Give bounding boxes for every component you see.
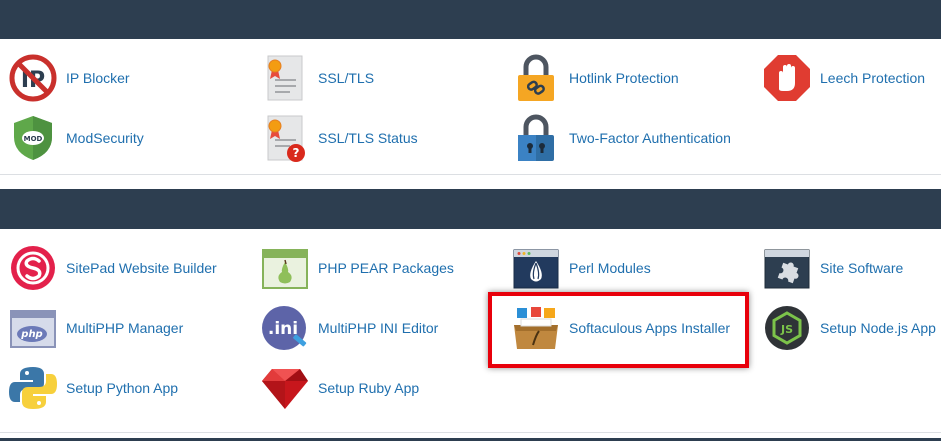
software-item-setup-python-app[interactable]: Setup Python App bbox=[2, 358, 178, 418]
padlock-link-icon bbox=[511, 53, 561, 103]
software-item-softaculous-apps-installer[interactable]: Softaculous Apps Installer bbox=[505, 298, 730, 358]
security-item-hotlink-protection[interactable]: Hotlink Protection bbox=[505, 48, 679, 108]
security-item-label: Hotlink Protection bbox=[569, 70, 679, 86]
sitepad-icon bbox=[8, 243, 58, 293]
software-item-label: SitePad Website Builder bbox=[66, 260, 217, 276]
software-item-label: Site Software bbox=[820, 260, 904, 276]
software-item-setup-ruby-app[interactable]: Setup Ruby App bbox=[254, 358, 419, 418]
software-item-php-pear-packages[interactable]: PHP PEAR Packages bbox=[254, 238, 454, 298]
security-item-label: ModSecurity bbox=[66, 130, 144, 146]
software-item-label: MultiPHP INI Editor bbox=[318, 320, 439, 336]
puzzle-window-icon bbox=[762, 243, 812, 293]
security-item-ssl-tls[interactable]: SSL/TLS bbox=[254, 48, 374, 108]
svg-text:MOD: MOD bbox=[24, 135, 43, 143]
software-item-sitepad-website-builder[interactable]: SitePad Website Builder bbox=[2, 238, 217, 298]
security-item-label: Leech Protection bbox=[820, 70, 926, 86]
padlock-blue-icon bbox=[511, 113, 561, 163]
software-item-label: PHP PEAR Packages bbox=[318, 260, 454, 276]
ruby-gem-icon bbox=[260, 363, 310, 413]
svg-text:php: php bbox=[20, 329, 42, 340]
software-item-setup-nodejs-app[interactable]: JS Setup Node.js App bbox=[756, 298, 936, 358]
software-item-multiphp-manager[interactable]: php MultiPHP Manager bbox=[2, 298, 183, 358]
security-item-label: SSL/TLS Status bbox=[318, 130, 418, 146]
certificate-icon bbox=[260, 53, 310, 103]
security-item-label: SSL/TLS bbox=[318, 70, 375, 86]
software-item-label: Setup Ruby App bbox=[318, 380, 420, 396]
security-item-ip-blocker[interactable]: IP IP Blocker bbox=[2, 48, 130, 108]
software-item-label: MultiPHP Manager bbox=[66, 320, 184, 336]
software-section-header bbox=[0, 189, 941, 229]
php-pear-icon bbox=[260, 243, 310, 293]
svg-text:.ini: .ini bbox=[268, 319, 298, 339]
mod-shield-icon: MOD bbox=[8, 113, 58, 163]
security-section-divider bbox=[0, 174, 941, 175]
certificate-question-icon: ? bbox=[260, 113, 310, 163]
software-item-label: Setup Python App bbox=[66, 380, 179, 396]
svg-text:?: ? bbox=[293, 146, 300, 160]
python-icon bbox=[8, 363, 58, 413]
software-item-site-software[interactable]: Site Software bbox=[756, 238, 903, 298]
softaculous-box-icon bbox=[511, 303, 561, 353]
software-item-label: Softaculous Apps Installer bbox=[569, 320, 731, 336]
software-item-label: Perl Modules bbox=[569, 260, 651, 276]
security-section-header bbox=[0, 0, 941, 39]
security-item-two-factor-authentication[interactable]: Two-Factor Authentication bbox=[505, 108, 731, 168]
security-item-ssl-tls-status[interactable]: ? SSL/TLS Status bbox=[254, 108, 418, 168]
security-item-modsecurity[interactable]: MOD ModSecurity bbox=[2, 108, 144, 168]
perl-onion-icon bbox=[511, 243, 561, 293]
ini-editor-icon: .ini bbox=[260, 303, 310, 353]
security-item-label: IP Blocker bbox=[66, 70, 130, 86]
stop-hand-icon bbox=[762, 53, 812, 103]
security-item-label: Two-Factor Authentication bbox=[569, 130, 731, 146]
software-item-multiphp-ini-editor[interactable]: .ini MultiPHP INI Editor bbox=[254, 298, 438, 358]
nodejs-icon: JS bbox=[762, 303, 812, 353]
ip-blocker-icon: IP bbox=[8, 53, 58, 103]
software-item-perl-modules[interactable]: Perl Modules bbox=[505, 238, 651, 298]
software-section-divider bbox=[0, 432, 941, 433]
svg-text:JS: JS bbox=[780, 323, 793, 336]
software-item-label: Setup Node.js App bbox=[820, 320, 936, 336]
php-window-icon: php bbox=[8, 303, 58, 353]
security-item-leech-protection[interactable]: Leech Protection bbox=[756, 48, 925, 108]
